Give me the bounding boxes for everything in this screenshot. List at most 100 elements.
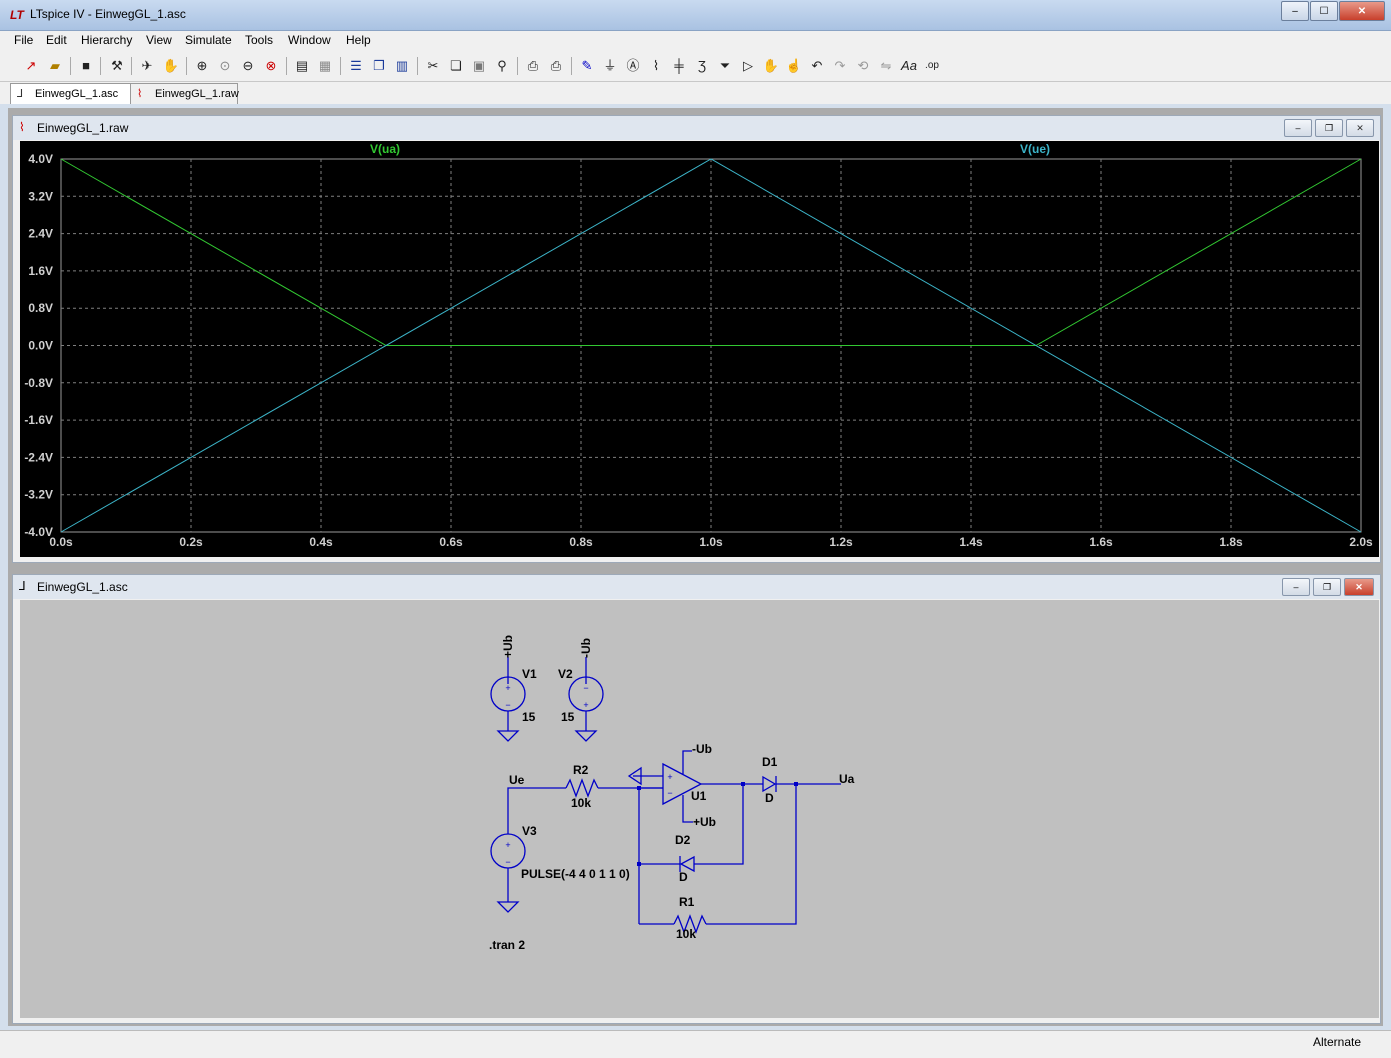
open-icon[interactable]: ▰ [45,56,65,76]
menu-file[interactable]: File [14,33,33,47]
new-schematic-icon[interactable]: ↗ [21,56,41,76]
legend-vua[interactable]: V(ua) [370,142,400,156]
svg-text:−: − [667,788,672,798]
menu-view[interactable]: View [146,33,172,47]
x-tick-label: 2.0s [1349,535,1373,549]
close-button[interactable]: ✕ [1339,1,1385,21]
r1-value: 10k [676,927,696,941]
schematic-restore-button[interactable]: ❐ [1313,578,1341,596]
halt-icon[interactable]: ✋ [161,56,181,76]
y-tick-label: -1.6V [24,413,53,427]
ground-icon[interactable]: ⏚ [600,56,620,76]
plot-close-button[interactable]: ✕ [1346,119,1374,137]
svg-text:−: − [505,700,510,710]
resistor-icon[interactable]: ⌇ [646,56,666,76]
schematic-canvas[interactable]: + − − + + − + − V1 15 V2 15 Ue R2 10k -Ub U1… [20,600,1379,1018]
drag-icon[interactable]: ☝ [784,56,804,76]
menu-hierarchy[interactable]: Hierarchy [81,33,132,47]
grid-icon[interactable]: ▦ [315,56,335,76]
d1-label: D1 [762,755,778,769]
control-panel-icon[interactable]: ⚒ [107,56,127,76]
r2-value: 10k [571,796,591,810]
x-tick-label: 1.8s [1219,535,1243,549]
tab-schematic[interactable]: ⅃ EinwegGL_1.asc [10,83,136,104]
zoom-cancel-icon[interactable]: ⊗ [261,56,281,76]
menu-simulate[interactable]: Simulate [185,33,232,47]
label-icon[interactable]: Ⓐ [623,56,643,76]
component-icon[interactable]: ▷ [738,56,758,76]
status-text: Alternate [1312,1035,1361,1049]
r2-resistor[interactable] [565,778,599,798]
schematic-icon: ⅃ [17,88,24,100]
tile-vertical-icon[interactable]: ▥ [392,56,412,76]
plot-window-title: EinwegGL_1.raw [37,121,129,135]
print-preview-icon[interactable]: ⎙ [523,56,543,76]
schematic-junctions [637,782,798,866]
svg-text:+: + [583,700,588,710]
cut-icon[interactable]: ✂ [423,56,443,76]
x-tick-label: 0.6s [439,535,463,549]
y-tick-label: 1.6V [28,264,53,278]
inductor-icon[interactable]: Ʒ [692,56,712,76]
zoom-in-icon[interactable]: ⊕ [192,56,212,76]
x-tick-label: 0.2s [179,535,203,549]
y-tick-label: -3.2V [24,488,53,502]
text-icon[interactable]: Aa [899,56,919,76]
svg-text:+: + [505,840,510,850]
diode-icon[interactable]: ⏷ [715,56,735,76]
schematic-close-button[interactable]: ✕ [1344,578,1374,596]
x-tick-label: 0.8s [569,535,593,549]
menu-window[interactable]: Window [288,33,331,47]
zoom-out-icon[interactable]: ⊖ [238,56,258,76]
y-tick-label: 4.0V [28,152,53,166]
net-label-ua: Ua [839,772,855,786]
x-tick-label: 0.4s [309,535,333,549]
tab-waveform[interactable]: ⌇ EinwegGL_1.raw [130,83,239,104]
zoom-full-icon[interactable]: ⊙ [215,56,235,76]
move-icon[interactable]: ✋ [761,56,781,76]
d1-diode[interactable] [762,775,777,793]
paste-icon[interactable]: ▣ [469,56,489,76]
ltspice-logo-icon: LT [10,8,24,22]
legend-vue[interactable]: V(ue) [1020,142,1050,156]
v2-label: V2 [558,667,573,681]
plot-window: ⌇ EinwegGL_1.raw – ❐ ✕ 0.0s 0.2s 0.4s 0.6s 0… [12,115,1381,563]
maximize-button[interactable]: ☐ [1310,1,1338,21]
net-label-ub-pos-vertical: +Ub [501,635,515,658]
document-tabs: ⅃ EinwegGL_1.asc ⌇ EinwegGL_1.raw [0,82,1391,104]
redo-icon[interactable]: ↷ [830,56,850,76]
d1-value: D [765,791,774,805]
plot-restore-button[interactable]: ❐ [1315,119,1343,137]
capacitor-icon[interactable]: ╪ [669,56,689,76]
copy-icon[interactable]: ❏ [446,56,466,76]
tile-horizontal-icon[interactable]: ☰ [346,56,366,76]
mirror-icon[interactable]: ⇋ [876,56,896,76]
menu-tools[interactable]: Tools [245,33,273,47]
run-icon[interactable]: ✈ [137,56,157,76]
x-tick-label: 1.6s [1089,535,1113,549]
waveform-plot[interactable]: 0.0s 0.2s 0.4s 0.6s 0.8s 1.0s 1.2s 1.4s 1.6s 1.8s… [20,141,1379,557]
v3-ground[interactable] [496,901,520,913]
v3-label: V3 [522,824,537,838]
menu-bar: File Edit Hierarchy View Simulate Tools … [0,31,1391,51]
rotate-icon[interactable]: ⟲ [853,56,873,76]
autorange-icon[interactable]: ▤ [292,56,312,76]
d2-diode[interactable] [679,855,695,873]
minimize-button[interactable]: – [1281,1,1309,21]
menu-edit[interactable]: Edit [46,33,67,47]
plot-minimize-button[interactable]: – [1284,119,1312,137]
save-icon[interactable]: ■ [76,56,96,76]
undo-icon[interactable]: ↶ [807,56,827,76]
draw-wire-icon[interactable]: ✎ [577,56,597,76]
find-icon[interactable]: ⚲ [492,56,512,76]
schematic-minimize-button[interactable]: – [1282,578,1310,596]
cascade-icon[interactable]: ❐ [369,56,389,76]
v1-ground[interactable] [496,730,520,742]
r2-label: R2 [573,763,589,777]
menu-help[interactable]: Help [346,33,371,47]
spice-directive-icon[interactable]: .op [922,56,942,76]
plot-window-titlebar: ⌇ EinwegGL_1.raw – ❐ ✕ [13,116,1380,140]
print-icon[interactable]: ⎙ [546,56,566,76]
toolbar: ↗ ▰ ■ ⚒ ✈ ✋ ⊕ ⊙ ⊖ ⊗ ▤ ▦ ☰ ❐ ▥ ✂ ❏ ▣ ⚲ ⎙ … [0,51,1391,82]
v2-ground[interactable] [574,730,598,742]
